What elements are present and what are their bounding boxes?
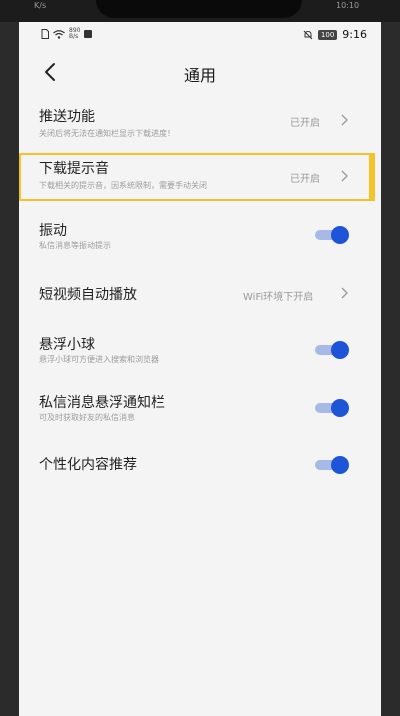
toggle-knob	[331, 341, 349, 359]
setting-download-sound[interactable]: 下载提示音 下载相关的提示音，因系统限制，需要手动关闭 已开启	[19, 156, 381, 200]
setting-push-notifications[interactable]: 推送功能 关闭后将无法在通知栏显示下载进度！ 已开启	[19, 100, 381, 150]
toggle-knob	[331, 226, 349, 244]
personalized-recommendation-toggle[interactable]	[315, 454, 351, 476]
wifi-icon	[53, 29, 65, 39]
setting-label: 推送功能	[39, 109, 95, 125]
setting-description: 私信消息等振动提示	[39, 241, 111, 250]
camera-notch	[96, 0, 302, 18]
toggle-knob	[331, 456, 349, 474]
setting-label: 短视频自动播放	[39, 287, 137, 303]
setting-personalized-recommendations: 个性化内容推荐	[19, 448, 381, 488]
notification-icon	[84, 30, 93, 38]
setting-value: 已开启	[290, 118, 320, 129]
setting-value: WiFi环境下开启	[243, 292, 314, 303]
battery-icon: 100	[317, 29, 338, 40]
page-title: 通用	[183, 66, 216, 85]
setting-description: 悬浮小球可方便进入搜索和浏览器	[39, 355, 159, 364]
setting-short-video-autoplay[interactable]: 短视频自动播放 WiFi环境下开启	[19, 278, 381, 318]
net-unit: B/s	[69, 33, 79, 40]
vibration-toggle[interactable]	[315, 224, 351, 246]
dm-notification-toggle[interactable]	[315, 397, 351, 419]
outer-net-speed: K/s	[34, 1, 47, 10]
sim-card-icon	[41, 29, 49, 39]
setting-label: 下载提示音	[39, 161, 109, 177]
mute-bell-icon	[303, 30, 313, 39]
setting-vibration: 振动 私信消息等振动提示	[19, 214, 381, 264]
floating-ball-toggle[interactable]	[315, 339, 351, 361]
status-time: 9:16	[342, 28, 367, 41]
chevron-right-icon	[341, 114, 348, 126]
status-bar: 890 B/s 100 9:16	[19, 22, 381, 48]
outer-time: 10:10	[336, 1, 360, 10]
page-header: 通用	[19, 50, 381, 94]
setting-description: 下载相关的提示音，因系统限制，需要手动关闭	[39, 181, 207, 190]
setting-description: 关闭后将无法在通知栏显示下载进度！	[39, 129, 175, 138]
setting-label: 个性化内容推荐	[39, 457, 137, 473]
setting-label: 悬浮小球	[39, 337, 95, 353]
setting-floating-ball: 悬浮小球 悬浮小球可方便进入搜索和浏览器	[19, 328, 381, 378]
setting-label: 私信消息悬浮通知栏	[39, 395, 165, 411]
setting-description: 可及时获取好友的私信消息	[39, 413, 135, 422]
setting-label: 振动	[39, 223, 67, 239]
chevron-right-icon	[341, 170, 348, 182]
phone-frame: K/s 10:10 890 B/s 100 9:16 通用 推送功能 关闭后将无…	[0, 0, 400, 716]
setting-value: 已开启	[290, 174, 320, 185]
setting-dm-floating-notification: 私信消息悬浮通知栏 可及时获取好友的私信消息	[19, 386, 381, 436]
toggle-knob	[331, 399, 349, 417]
chevron-right-icon	[341, 287, 348, 299]
settings-screen: 890 B/s 100 9:16 通用 推送功能 关闭后将无法在通知栏显示下载进…	[19, 22, 381, 716]
